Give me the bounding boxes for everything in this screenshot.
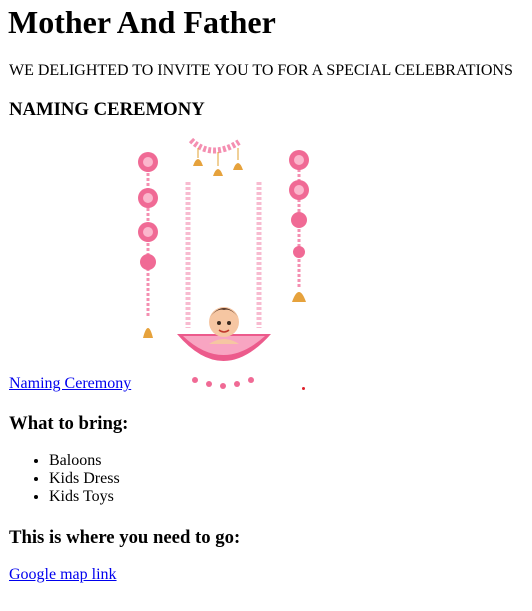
- list-item: Baloons: [49, 452, 120, 470]
- list-item: Kids Dress: [49, 470, 120, 488]
- baby-swing-illustration: [138, 138, 271, 389]
- event-title: NAMING CEREMONY: [9, 99, 205, 120]
- hero-row: Naming Ceremony: [9, 138, 529, 394]
- list-item: Kids Toys: [49, 488, 120, 506]
- decorative-dot: [302, 387, 305, 390]
- flower-garland-right: [289, 150, 309, 302]
- bring-list: Baloons Kids Dress Kids Toys: [9, 452, 120, 506]
- google-map-link[interactable]: Google map link: [9, 566, 117, 584]
- bring-heading: What to bring:: [9, 413, 129, 434]
- naming-ceremony-link[interactable]: Naming Ceremony: [9, 375, 131, 393]
- invitation-intro: WE DELIGHTED TO INVITE YOU TO FOR A SPEC…: [9, 62, 513, 79]
- page-title: Mother And Father: [8, 4, 276, 40]
- location-heading: This is where you need to go:: [9, 527, 241, 548]
- page-body: Mother And Father WE DELIGHTED TO INVITE…: [0, 0, 532, 583]
